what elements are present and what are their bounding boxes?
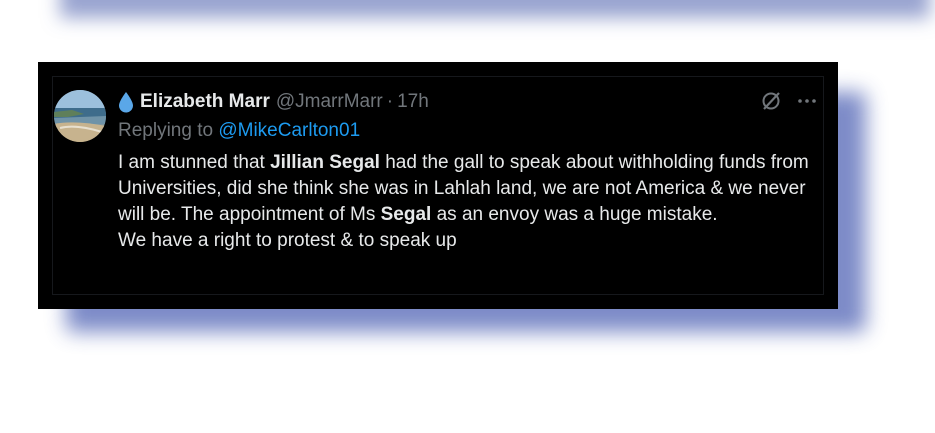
replying-to-handle[interactable]: @MikeCarlton01 xyxy=(218,120,360,141)
tweet-paragraph-2: We have a right to protest & to speak up xyxy=(118,230,457,251)
body-text-segment: I am stunned that xyxy=(118,152,271,173)
replying-to-line: Replying to @MikeCarlton01 xyxy=(118,120,360,142)
tweet-card[interactable]: Elizabeth Marr @JmarrMarr · 17h Replying… xyxy=(38,62,838,309)
screenshot-stage: Elizabeth Marr @JmarrMarr · 17h Replying… xyxy=(0,0,935,433)
droplet-icon xyxy=(118,91,134,113)
tweet-actions xyxy=(760,90,818,117)
replying-to-prefix: Replying to xyxy=(118,120,214,141)
tweet-body: I am stunned that Jillian Segal had the … xyxy=(118,150,818,254)
body-text-segment: as an envoy was a huge mistake. xyxy=(431,204,718,225)
tweet-paragraph-1: I am stunned that Jillian Segal had the … xyxy=(118,150,818,228)
timestamp[interactable]: 17h xyxy=(397,91,429,113)
display-name[interactable]: Elizabeth Marr xyxy=(140,91,270,113)
more-icon[interactable] xyxy=(796,90,818,117)
separator-dot: · xyxy=(386,91,394,112)
body-bold-name: Jillian Segal xyxy=(270,152,380,173)
avatar-beach-image xyxy=(54,90,106,142)
body-bold-surname: Segal xyxy=(380,204,432,225)
user-handle[interactable]: @JmarrMarr xyxy=(276,91,383,113)
avatar[interactable] xyxy=(54,90,106,142)
tweet-header: Elizabeth Marr @JmarrMarr · 17h xyxy=(118,90,429,114)
grok-icon[interactable] xyxy=(760,90,782,117)
